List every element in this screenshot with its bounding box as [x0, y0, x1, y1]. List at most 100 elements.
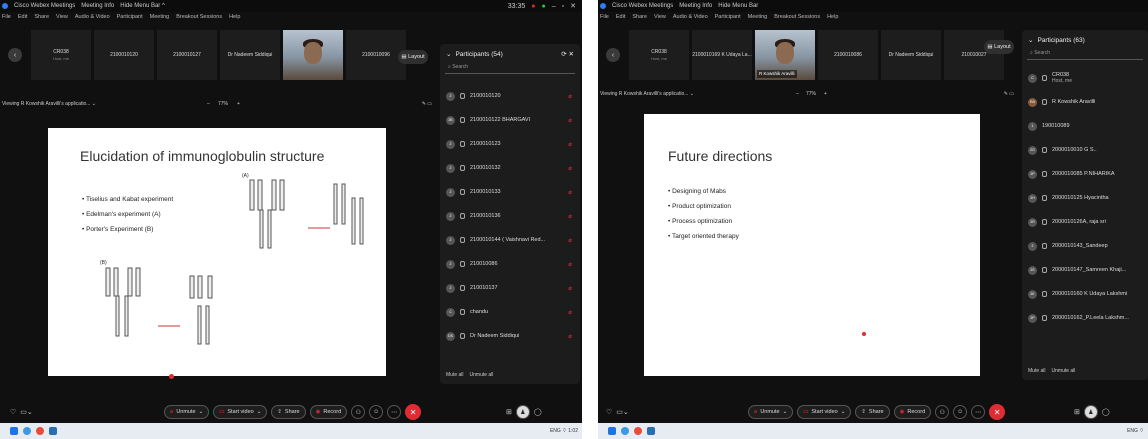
maximize-button[interactable]: ▫	[562, 3, 564, 10]
participant-row[interactable]: 2G 2000010010 G S..	[1022, 138, 1148, 162]
chevron-down-icon[interactable]: ⌄	[90, 101, 96, 107]
end-meeting-button[interactable]: ✕	[405, 404, 422, 420]
breakout-icon[interactable]: ⚇	[351, 405, 366, 419]
end-meeting-button[interactable]: ✕	[989, 404, 1006, 420]
thumb-active-video[interactable]: R Kowshik Aravilli	[755, 30, 815, 80]
participant-row[interactable]: DS Dr Nadeem Siddiqui ⌀	[440, 324, 580, 348]
zoom-out-button[interactable]: –	[207, 101, 210, 107]
menu-participant[interactable]: Participant	[117, 14, 143, 20]
meeting-info-button[interactable]: Meeting Info	[679, 3, 712, 9]
thumb-active-video[interactable]	[283, 30, 343, 80]
participants-icon[interactable]: ♟	[1083, 405, 1098, 419]
menu-edit[interactable]: Edit	[616, 14, 625, 20]
muted-mic-icon[interactable]: ⌀	[568, 309, 572, 316]
participant-row[interactable]: 2 2100010136 ⌀	[440, 204, 580, 228]
participant-row[interactable]: 2B 2100010122 BHARGAVI ⌀	[440, 108, 580, 132]
menu-edit[interactable]: Edit	[18, 14, 27, 20]
panels-icon[interactable]: ⊞	[1074, 408, 1080, 416]
muted-mic-icon[interactable]: ⌀	[568, 189, 572, 196]
menu-participant[interactable]: Participant	[715, 14, 741, 20]
chrome-icon[interactable]	[36, 427, 44, 435]
muted-mic-icon[interactable]: ⌀	[568, 93, 572, 100]
participant-row[interactable]: 2P 2000010085 P.NIHARIKA	[1022, 162, 1148, 186]
participant-row[interactable]: 2 2100010144 ( Vaishnavi Red... ⌀	[440, 228, 580, 252]
chevron-down-icon[interactable]: ⌄	[446, 50, 451, 58]
hide-menu-bar-button[interactable]: Hide Menu Bar ^	[120, 3, 165, 9]
webex-taskbar-icon[interactable]	[647, 427, 655, 435]
edge-icon[interactable]	[23, 427, 31, 435]
menu-file[interactable]: File	[2, 14, 11, 20]
participant-row[interactable]: 2 2100010133 ⌀	[440, 180, 580, 204]
minimize-button[interactable]: –	[552, 3, 556, 10]
menu-view[interactable]: View	[56, 14, 68, 20]
panel-actions-icon[interactable]: ⟳ ✕	[561, 50, 574, 58]
more-options-icon[interactable]: ⋯	[387, 405, 402, 419]
muted-mic-icon[interactable]: ⌀	[568, 117, 572, 124]
chevron-down-icon[interactable]: ⌄	[1028, 36, 1033, 44]
thumb-participant[interactable]: Dr Nadeem Siddiqui	[220, 30, 280, 80]
hide-menu-bar-button[interactable]: Hide Menu Bar	[718, 3, 758, 9]
panels-icon[interactable]: ⊞	[506, 408, 512, 416]
emoji-icon[interactable]: ☺	[369, 405, 384, 419]
thumb-participant[interactable]: 2100010120	[94, 30, 154, 80]
chevron-down-icon[interactable]: ⌄	[688, 91, 694, 97]
edge-icon[interactable]	[621, 427, 629, 435]
muted-mic-icon[interactable]: ⌀	[568, 141, 572, 148]
participant-row[interactable]: 1 190010089	[1022, 114, 1148, 138]
menu-share[interactable]: Share	[632, 14, 647, 20]
muted-mic-icon[interactable]: ⌀	[568, 333, 572, 340]
thumb-participant[interactable]: 2100010096	[346, 30, 406, 80]
emoji-icon[interactable]: ☺	[953, 405, 968, 419]
thumb-cr038[interactable]: CR038 Host, me	[629, 30, 689, 80]
mute-all-button[interactable]: Mute all	[446, 372, 464, 378]
chat-icon[interactable]: ◯	[534, 408, 542, 416]
webex-taskbar-icon[interactable]	[49, 427, 57, 435]
mute-all-button[interactable]: Mute all	[1028, 368, 1046, 374]
captions-icon[interactable]: ▭⌄	[20, 408, 32, 416]
participants-search-input[interactable]: ⌕ Search	[1027, 50, 1143, 60]
participants-icon[interactable]: ♟	[515, 405, 530, 419]
participant-row[interactable]: 2 2100010132 ⌀	[440, 156, 580, 180]
windows-start-icon[interactable]	[10, 427, 18, 435]
start-video-button[interactable]: ▭ Start video ⌄	[213, 405, 268, 419]
captions-icon[interactable]: ▭⌄	[616, 408, 628, 416]
annotate-icon[interactable]: ✎ ▭	[422, 101, 432, 107]
thumb-participant[interactable]: 2100010086	[818, 30, 878, 80]
thumb-participant[interactable]: Dr Nadeem Siddiqui	[881, 30, 941, 80]
muted-mic-icon[interactable]: ⌀	[568, 261, 572, 268]
unmute-all-button[interactable]: Unmute all	[470, 372, 494, 378]
muted-mic-icon[interactable]: ⌀	[568, 285, 572, 292]
unmute-all-button[interactable]: Unmute all	[1052, 368, 1076, 374]
participants-search-input[interactable]: ⌕ Search	[445, 64, 575, 74]
menu-breakout[interactable]: Breakout Sessions	[176, 14, 222, 20]
thumb-participant[interactable]: 2100010127	[157, 30, 217, 80]
participant-row[interactable]: 2K 2000010160 K Udaya Lakshmi	[1022, 282, 1148, 306]
unmute-button[interactable]: ⌀ Unmute ⌄	[164, 405, 210, 419]
participant-row[interactable]: 2H 2000010125 Hyacintha	[1022, 186, 1148, 210]
chrome-icon[interactable]	[634, 427, 642, 435]
record-button[interactable]: ◉ Record	[893, 405, 932, 419]
participant-row[interactable]: RA R Kowshik Aravilli	[1022, 90, 1148, 114]
start-video-button[interactable]: ▭ Start video ⌄	[797, 405, 852, 419]
record-button[interactable]: ◉ Record	[309, 405, 348, 419]
participant-row[interactable]: C CR038 Host, me	[1022, 66, 1148, 90]
menu-help[interactable]: Help	[827, 14, 838, 20]
more-options-icon[interactable]: ⋯	[971, 405, 986, 419]
thumb-participant[interactable]: 210010027	[944, 30, 1004, 80]
menu-share[interactable]: Share	[34, 14, 49, 20]
chat-icon[interactable]: ◯	[1102, 408, 1110, 416]
zoom-in-button[interactable]: +	[824, 91, 827, 97]
menu-meeting[interactable]: Meeting	[748, 14, 768, 20]
breakout-icon[interactable]: ⚇	[935, 405, 950, 419]
participant-row[interactable]: 2 210010137 ⌀	[440, 276, 580, 300]
strip-prev-button[interactable]: ‹	[8, 48, 22, 62]
participant-row[interactable]: 2 2100010123 ⌀	[440, 132, 580, 156]
participant-row[interactable]: Cchandu ⌀	[440, 300, 580, 324]
participant-row[interactable]: 2 2000010143_Sandeep	[1022, 234, 1148, 258]
meeting-info-button[interactable]: Meeting Info	[81, 3, 114, 9]
menu-audio-video[interactable]: Audio & Video	[673, 14, 708, 20]
muted-mic-icon[interactable]: ⌀	[568, 237, 572, 244]
layout-button[interactable]: ▤ Layout	[398, 50, 428, 64]
menu-audio-video[interactable]: Audio & Video	[75, 14, 110, 20]
zoom-in-button[interactable]: +	[237, 101, 240, 107]
